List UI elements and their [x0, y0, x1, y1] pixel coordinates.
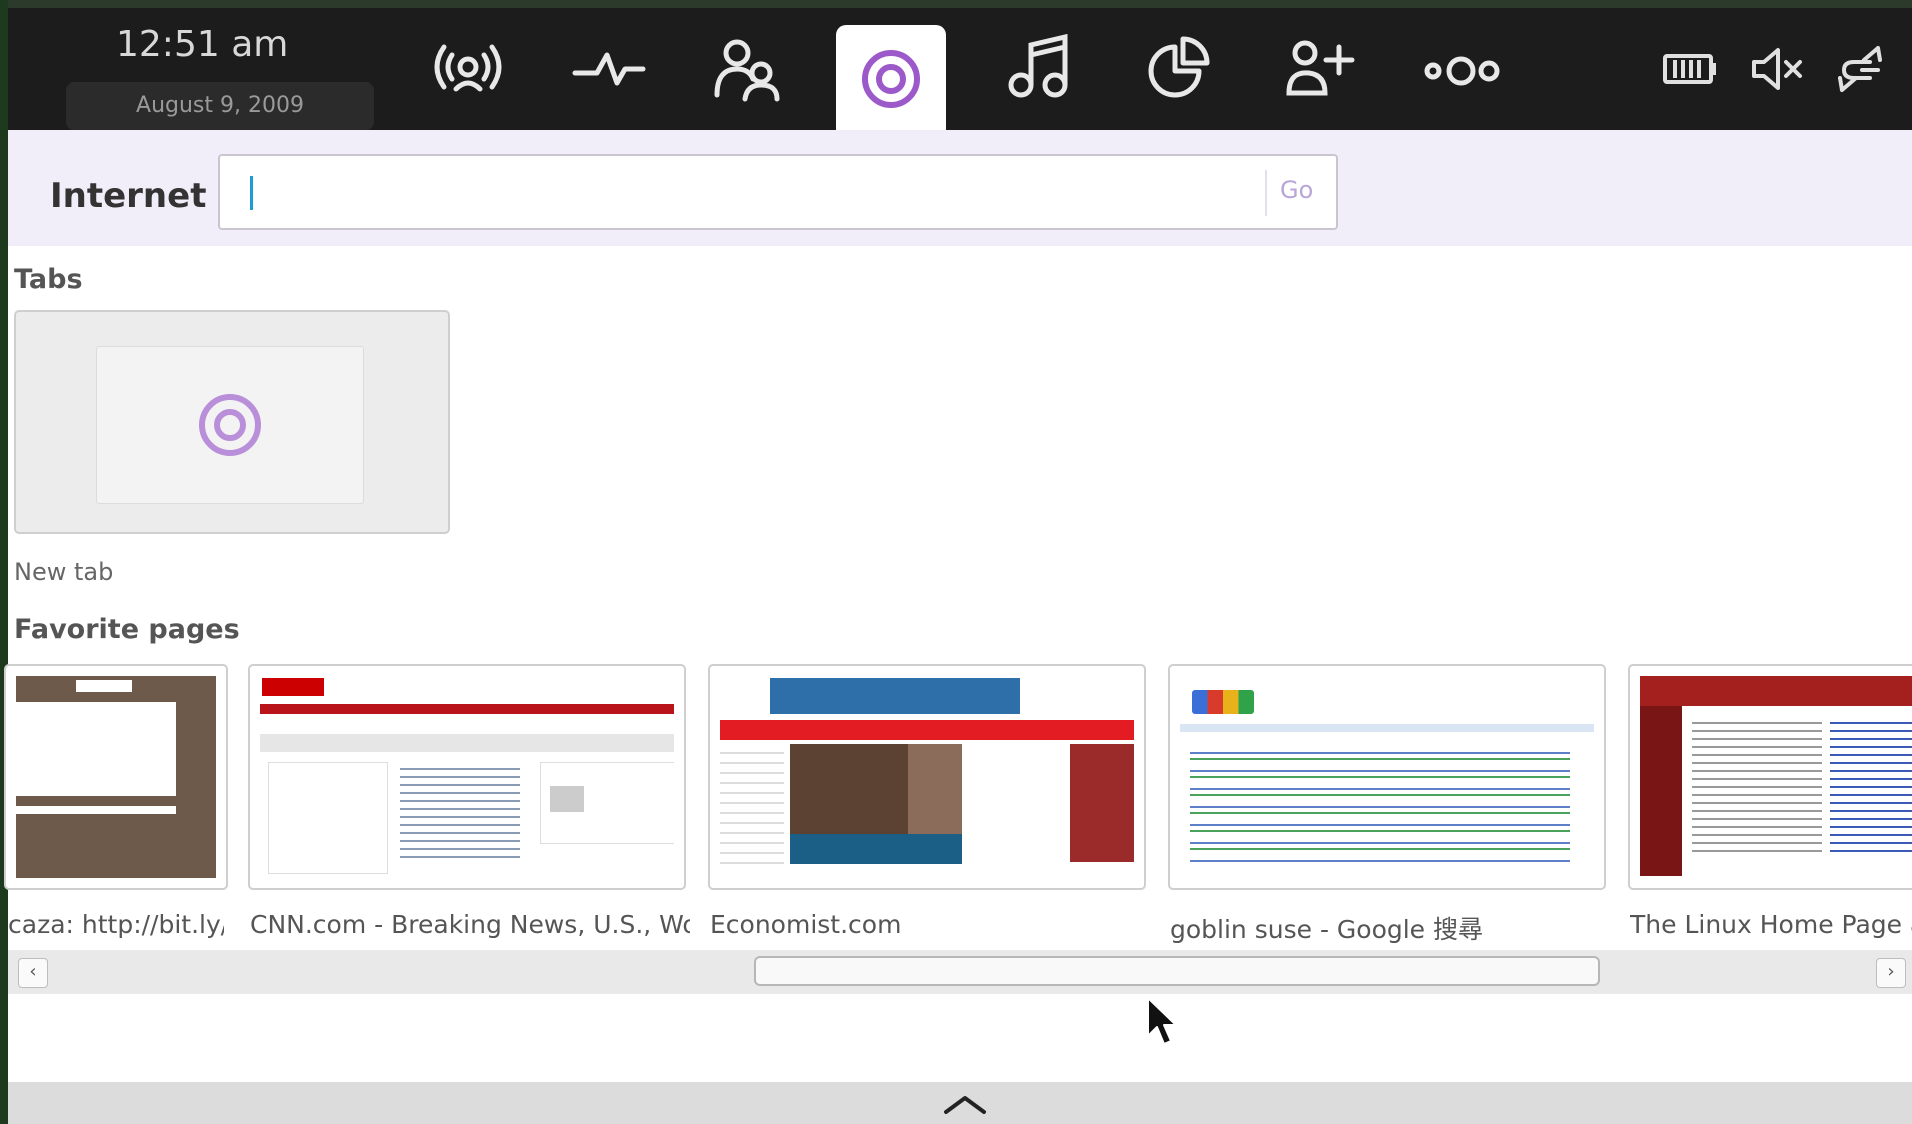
music-note-icon	[1008, 33, 1068, 98]
tab-preview	[96, 346, 364, 504]
tabs-heading: Tabs	[14, 264, 83, 295]
go-button[interactable]: Go	[1280, 176, 1313, 204]
nav-music-button[interactable]	[982, 8, 1092, 130]
go-separator	[1265, 170, 1267, 216]
clock-time: 12:51 am	[116, 24, 289, 65]
favorite-label: CNN.com - Breaking News, U.S., World...	[250, 910, 690, 939]
panel-title: Internet	[50, 176, 207, 216]
favorite-thumbnail[interactable]	[1168, 664, 1606, 890]
battery-button[interactable]	[1659, 38, 1721, 100]
page-preview	[260, 676, 674, 878]
nav-internet-tab[interactable]	[836, 25, 946, 133]
network-icon	[1838, 46, 1882, 92]
chevron-up-icon[interactable]	[942, 1092, 988, 1118]
tab-thumbnail[interactable]	[14, 310, 450, 534]
favorite-thumbnail[interactable]	[4, 664, 228, 890]
battery-icon	[1663, 54, 1716, 84]
nav-people-button[interactable]	[694, 8, 804, 130]
page-preview	[16, 676, 216, 878]
mouse-cursor-icon	[1147, 997, 1177, 1045]
internet-target-icon	[199, 394, 261, 456]
nav-applications-button[interactable]	[1122, 8, 1232, 130]
text-caret	[250, 176, 253, 210]
desktop-edge	[0, 0, 8, 1124]
people-icon	[714, 39, 780, 102]
scrollbar-thumb[interactable]	[754, 956, 1600, 986]
search-band: Internet Go	[8, 130, 1912, 246]
page-preview	[1640, 676, 1912, 878]
internet-target-icon	[862, 50, 920, 108]
favorite-label: The Linux Home Page at L	[1630, 910, 1912, 939]
nav-activity-button[interactable]	[554, 8, 664, 130]
wireless-status-icon	[434, 44, 502, 92]
network-button[interactable]	[1830, 38, 1892, 100]
favorite-label: goblin suse - Google 搜尋	[1170, 915, 1484, 944]
favorite-thumbnail[interactable]	[1628, 664, 1912, 890]
page-preview	[720, 676, 1134, 878]
clock-date: August 9, 2009	[136, 93, 304, 118]
pie-chart-icon	[1148, 36, 1210, 98]
internet-panel: Internet Go Tabs New tab Favorite pages …	[4, 130, 1912, 1124]
top-toolbar: 12:51 am August 9, 2009	[8, 8, 1912, 133]
favorite-label: Economist.com	[710, 910, 902, 939]
more-apps-icon	[1424, 56, 1500, 86]
horizontal-scrollbar[interactable]: ‹ ›	[8, 950, 1912, 994]
volume-muted-icon	[1752, 48, 1802, 90]
nav-more-button[interactable]	[1406, 8, 1516, 130]
favorite-label: caza: http://bit.ly/...	[8, 910, 224, 939]
scroll-right-button[interactable]: ›	[1876, 958, 1906, 988]
volume-button[interactable]	[1746, 38, 1808, 100]
add-zone-icon	[1286, 40, 1355, 96]
page-preview	[1180, 676, 1594, 878]
activity-pulse-icon	[572, 52, 646, 86]
favorites-heading: Favorite pages	[14, 614, 240, 645]
favorite-thumbnail[interactable]	[248, 664, 686, 890]
tab-label: New tab	[14, 558, 114, 586]
clock-area: 12:51 am August 9, 2009	[38, 16, 374, 130]
nav-zones-button[interactable]	[1264, 8, 1374, 130]
scroll-left-button[interactable]: ‹	[18, 958, 48, 988]
favorite-thumbnail[interactable]	[708, 664, 1146, 890]
url-search-input[interactable]: Go	[218, 154, 1338, 230]
date-pill: August 9, 2009	[66, 82, 374, 130]
bottom-bar	[8, 1082, 1912, 1124]
nav-status-button[interactable]	[413, 8, 523, 130]
